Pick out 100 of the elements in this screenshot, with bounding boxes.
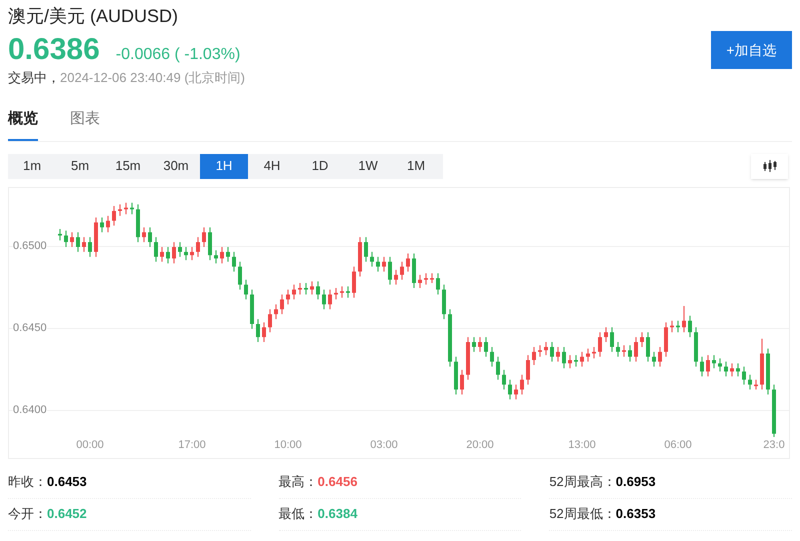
candlestick <box>604 326 608 342</box>
candlestick <box>598 331 602 357</box>
candlestick <box>178 241 182 257</box>
candlestick <box>370 250 374 267</box>
x-axis-label: 06:00 <box>664 438 692 452</box>
candlestick <box>508 378 512 400</box>
candlestick <box>112 205 116 226</box>
candlestick <box>724 360 728 376</box>
candlestick <box>298 282 302 295</box>
candlestick <box>154 236 158 262</box>
candlestick <box>574 354 578 367</box>
candlestick <box>424 272 428 285</box>
x-axis-label: 03:00 <box>370 438 398 452</box>
candlestick <box>610 326 614 352</box>
candlestick <box>292 284 296 300</box>
candlestick <box>580 350 584 367</box>
interval-tab[interactable]: 4H <box>248 154 296 178</box>
candlestick <box>70 231 74 247</box>
tab[interactable]: 图表 <box>70 108 100 140</box>
candlestick <box>268 308 272 332</box>
candlestick <box>382 256 386 272</box>
stat-value: 0.6453 <box>47 473 87 492</box>
candlestick <box>544 341 548 356</box>
candlestick <box>400 260 404 280</box>
stat-label: 今开： <box>8 505 47 524</box>
candlestick <box>274 303 278 320</box>
candlestick <box>352 266 356 298</box>
candlestick <box>334 286 338 300</box>
stat-label: 最低： <box>278 505 318 524</box>
candlestick <box>436 272 440 295</box>
candlestick <box>754 378 758 390</box>
stat-value: 0.6456 <box>318 473 358 492</box>
candlestick <box>616 341 620 357</box>
price: 0.6386 <box>8 32 100 68</box>
candlestick <box>514 384 518 400</box>
candlestick <box>532 346 536 365</box>
x-axis-label: 23:0 <box>763 438 785 452</box>
candlestick <box>310 280 314 295</box>
candlestick <box>460 368 464 394</box>
candlestick <box>58 228 62 240</box>
stat-label: 52周最高： <box>549 473 616 492</box>
candlestick <box>688 314 692 338</box>
tab[interactable]: 概览 <box>8 108 38 140</box>
stat-value: 0.6452 <box>47 505 87 524</box>
candlestick <box>586 348 590 362</box>
candlestick <box>208 226 212 260</box>
candlestick <box>736 362 740 376</box>
candlestick <box>670 320 674 332</box>
candlestick <box>148 226 152 247</box>
price-change: -0.0066 ( -1.03%) <box>116 45 240 65</box>
trading-status: 交易中， <box>8 69 60 87</box>
candlestick <box>226 246 230 262</box>
candlestick <box>202 226 206 247</box>
candlestick <box>490 346 494 367</box>
candlestick <box>478 336 482 352</box>
interval-tab[interactable]: 1m <box>8 154 56 178</box>
candlestick <box>304 282 308 295</box>
candlestick <box>262 321 266 342</box>
candlestick <box>628 344 632 362</box>
chart-type-button[interactable] <box>751 154 788 178</box>
candlestick <box>76 231 80 252</box>
candlestick <box>646 331 650 362</box>
candlestick <box>196 236 200 257</box>
interval-tab[interactable]: 1M <box>392 154 440 178</box>
interval-tab[interactable]: 1W <box>344 154 392 178</box>
candlestick <box>502 368 506 390</box>
candlestick <box>406 252 410 272</box>
interval-tab[interactable]: 30m <box>152 154 200 178</box>
candlestick <box>142 226 146 242</box>
candlestick <box>160 246 164 262</box>
candlestick <box>64 230 68 247</box>
candlestick <box>388 256 392 285</box>
candlestick <box>172 241 176 264</box>
candlestick <box>550 341 554 362</box>
candlestick-icon <box>762 160 776 172</box>
stat-label: 昨收： <box>8 473 47 492</box>
candlestick <box>718 357 722 372</box>
candlestick <box>232 250 236 272</box>
stat-value: 0.6353 <box>616 505 656 524</box>
candlestick <box>364 236 368 262</box>
candlestick <box>652 350 656 367</box>
candlestick <box>472 336 476 352</box>
stat-label: 52周最低： <box>549 505 616 524</box>
candlestick <box>184 246 188 260</box>
candlestick <box>322 288 326 310</box>
add-to-watchlist-button[interactable]: +加自选 <box>711 31 792 69</box>
candlestick <box>712 354 716 368</box>
interval-tab[interactable]: 15m <box>104 154 152 178</box>
candlestick <box>256 318 260 342</box>
interval-tab[interactable]: 1D <box>296 154 344 178</box>
candlestick <box>280 294 284 314</box>
candlestick <box>124 202 128 214</box>
interval-tab[interactable]: 5m <box>56 154 104 178</box>
x-axis-label: 13:00 <box>568 438 596 452</box>
candlestick <box>700 356 704 376</box>
candlestick <box>682 304 686 332</box>
interval-tab[interactable]: 1H <box>200 154 248 178</box>
candlestick <box>658 346 662 367</box>
candlestick <box>130 202 134 214</box>
candlestick <box>346 285 350 298</box>
